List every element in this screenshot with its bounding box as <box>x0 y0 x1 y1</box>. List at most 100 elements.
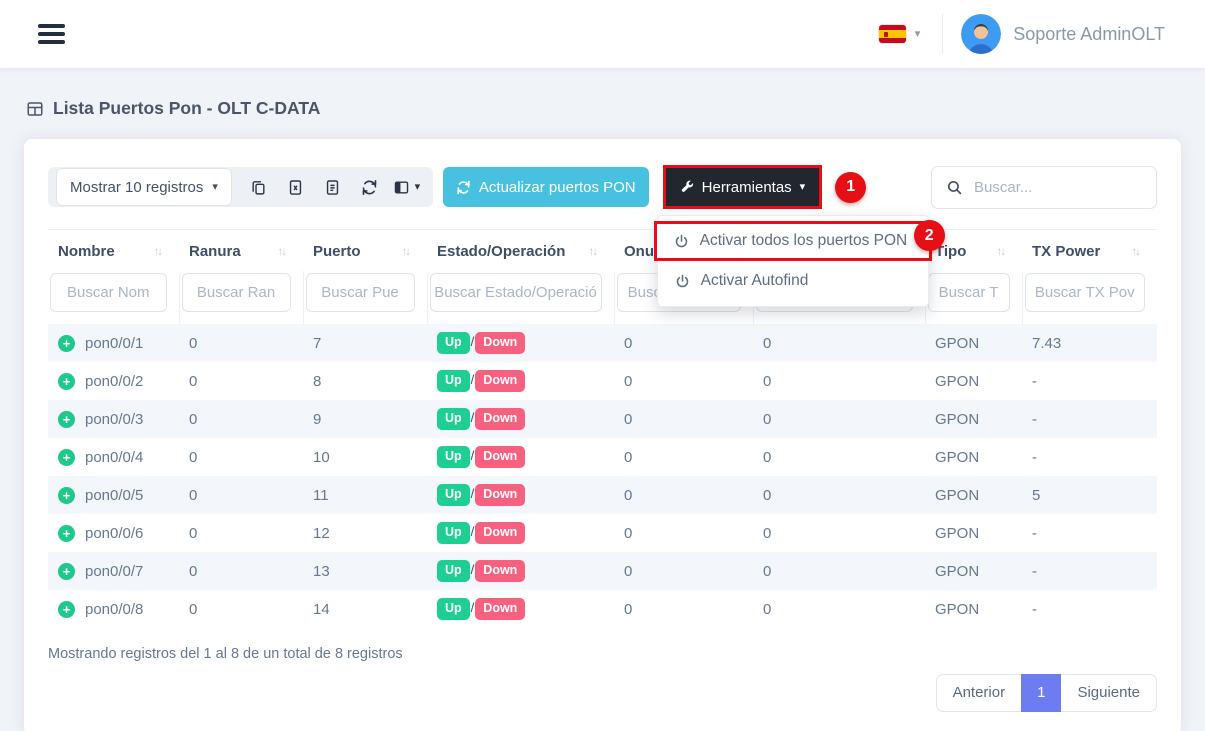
records-info: Mostrando registros del 1 al 8 de un tot… <box>48 646 1157 662</box>
sort-icon: ↑↓ <box>1132 246 1140 258</box>
status-badge-down: Down <box>475 332 525 354</box>
table-toolbar: Mostrar 10 registros ▾ <box>48 165 1157 209</box>
sort-icon: ↑↓ <box>997 246 1005 258</box>
annotation-box-2: Activar todos los puertos PON <box>654 221 932 261</box>
expand-row-icon[interactable]: + <box>58 525 75 542</box>
language-selector[interactable]: ▾ <box>879 25 921 43</box>
status-badge-up: Up <box>437 598 470 620</box>
wrench-icon <box>680 180 694 194</box>
table-row: +pon0/0/8 0 14 Up/Down 0 0 GPON - <box>48 590 1157 628</box>
chevron-down-icon: ▾ <box>800 182 806 193</box>
status-badge-up: Up <box>437 446 470 468</box>
tools-dropdown-wrap: Herramientas ▾ Activar todos los puertos… <box>663 165 823 209</box>
avatar <box>961 14 1001 54</box>
column-header-ranura[interactable]: ↑↓Ranura <box>179 230 303 272</box>
status-badge-up: Up <box>437 332 470 354</box>
expand-row-icon[interactable]: + <box>58 563 75 580</box>
status-badge-down: Down <box>475 522 525 544</box>
pon-ports-card: Mostrar 10 registros ▾ <box>24 139 1181 731</box>
table-search <box>931 166 1157 209</box>
expand-row-icon[interactable]: + <box>58 335 75 352</box>
update-pon-ports-button[interactable]: Actualizar puertos PON <box>443 167 649 207</box>
sort-icon: ↑↓ <box>589 246 597 258</box>
column-header-tx-power[interactable]: ↑↓TX Power <box>1022 230 1157 272</box>
menu-item-activate-all-pon-ports[interactable]: Activar todos los puertos PON <box>657 224 929 258</box>
menu-toggle-icon[interactable] <box>38 24 65 44</box>
sort-icon: ↑↓ <box>154 246 162 258</box>
annotation-step-1: 1 <box>835 172 866 203</box>
buttons-strip: Mostrar 10 registros ▾ <box>48 167 433 207</box>
page-content: Lista Puertos Pon - OLT C-DATA Mostrar 1… <box>0 68 1205 731</box>
sort-icon: ↑↓ <box>402 246 410 258</box>
column-visibility-icon <box>393 179 410 196</box>
status-badge-up: Up <box>437 370 470 392</box>
expand-row-icon[interactable]: + <box>58 449 75 466</box>
status-badge-down: Down <box>475 484 525 506</box>
annotation-box-1: Herramientas ▾ <box>663 165 823 209</box>
column-visibility-button[interactable]: ▾ <box>388 168 425 206</box>
chevron-down-icon: ▾ <box>915 29 921 40</box>
search-icon <box>946 179 963 196</box>
status-badge-down: Down <box>475 598 525 620</box>
filter-input-ranura[interactable] <box>182 273 291 312</box>
status-badge-up: Up <box>437 408 470 430</box>
power-icon <box>674 234 689 249</box>
file-export-icon <box>324 179 341 196</box>
table-row: +pon0/0/3 0 9 Up/Down 0 0 GPON - <box>48 400 1157 438</box>
expand-row-icon[interactable]: + <box>58 487 75 504</box>
column-header-estado[interactable]: ↑↓Estado/Operación <box>427 230 614 272</box>
expand-row-icon[interactable]: + <box>58 373 75 390</box>
status-badge-up: Up <box>437 560 470 582</box>
spain-flag-icon <box>879 25 906 43</box>
divider <box>942 14 943 54</box>
table-row: +pon0/0/2 0 8 Up/Down 0 0 GPON - <box>48 362 1157 400</box>
refresh-icon <box>456 180 471 195</box>
expand-row-icon[interactable]: + <box>58 411 75 428</box>
pagination-page-1[interactable]: 1 <box>1021 674 1061 712</box>
status-badge-down: Down <box>475 446 525 468</box>
filter-input-nombre[interactable] <box>50 273 167 312</box>
pagination-prev-button[interactable]: Anterior <box>936 674 1023 712</box>
menu-item-activate-autofind[interactable]: Activar Autofind <box>658 264 928 298</box>
user-name: Soporte AdminOLT <box>1013 24 1165 45</box>
table-row: +pon0/0/4 0 10 Up/Down 0 0 GPON - <box>48 438 1157 476</box>
pagination: Anterior 1 Siguiente <box>936 674 1157 712</box>
chevron-down-icon: ▾ <box>415 182 421 193</box>
copy-icon <box>250 179 267 196</box>
page-length-select[interactable]: Mostrar 10 registros ▾ <box>56 168 232 206</box>
filter-input-tx-power[interactable] <box>1025 273 1146 312</box>
excel-export-button[interactable] <box>277 168 314 206</box>
annotation-step-2: 2 <box>914 220 945 251</box>
status-badge-up: Up <box>437 522 470 544</box>
header-row: ↑↓Nombre ↑↓Ranura ↑↓Puerto ↑↓Estado/Oper… <box>48 230 1157 272</box>
pagination-next-button[interactable]: Siguiente <box>1060 674 1157 712</box>
reload-button[interactable] <box>351 168 388 206</box>
user-menu[interactable]: Soporte AdminOLT <box>961 14 1165 54</box>
status-badge-up: Up <box>437 484 470 506</box>
pagination-row: Anterior 1 Siguiente <box>48 674 1157 712</box>
status-badge-down: Down <box>475 370 525 392</box>
copy-button[interactable] <box>240 168 277 206</box>
file-export-button[interactable] <box>314 168 351 206</box>
status-badge-down: Down <box>475 408 525 430</box>
table-row: +pon0/0/5 0 11 Up/Down 0 0 GPON 5 <box>48 476 1157 514</box>
column-header-nombre[interactable]: ↑↓Nombre <box>48 230 179 272</box>
filter-row <box>48 271 1157 324</box>
tools-button[interactable]: Herramientas ▾ <box>666 168 820 206</box>
refresh-icon <box>361 179 378 196</box>
table-row: +pon0/0/7 0 13 Up/Down 0 0 GPON - <box>48 552 1157 590</box>
power-icon <box>675 274 690 289</box>
table-row: +pon0/0/1 0 7 Up/Down 0 0 GPON 7.43 <box>48 324 1157 362</box>
chevron-down-icon: ▾ <box>212 182 218 193</box>
filter-input-estado[interactable] <box>430 273 602 312</box>
top-navbar: ▾ Soporte AdminOLT <box>0 0 1205 68</box>
filter-input-puerto[interactable] <box>306 273 415 312</box>
excel-export-icon <box>287 179 304 196</box>
expand-row-icon[interactable]: + <box>58 601 75 618</box>
page-title: Lista Puertos Pon - OLT C-DATA <box>26 98 1181 119</box>
table-row: +pon0/0/6 0 12 Up/Down 0 0 GPON - <box>48 514 1157 552</box>
table-icon <box>26 100 44 118</box>
filter-input-tipo[interactable] <box>928 273 1010 312</box>
column-header-puerto[interactable]: ↑↓Puerto <box>303 230 427 272</box>
search-input[interactable] <box>974 179 1142 196</box>
